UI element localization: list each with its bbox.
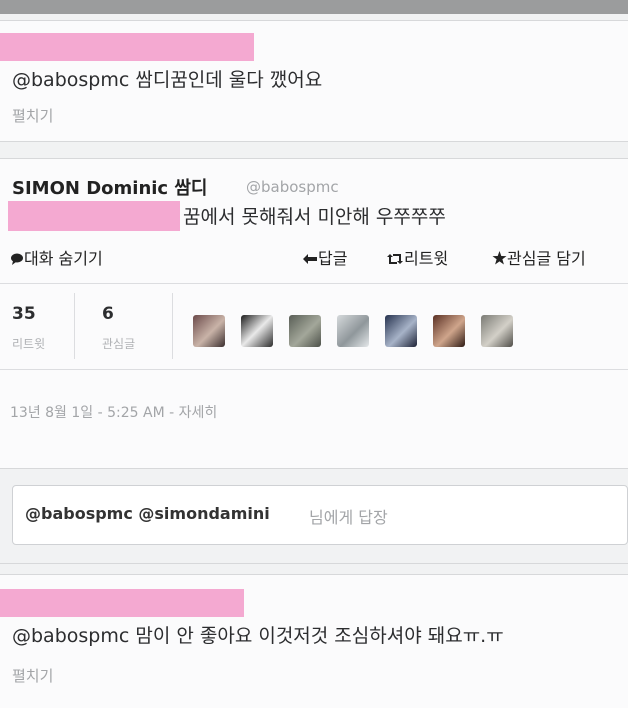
retweet-count[interactable]: 35 — [12, 304, 36, 324]
avatar[interactable] — [337, 315, 369, 347]
stats-divider-top — [0, 283, 628, 284]
avatar[interactable] — [289, 315, 321, 347]
retweet-count-label: 리트윗 — [12, 337, 46, 351]
expand-link[interactable]: 펼치기 — [12, 105, 53, 126]
tweet-text: 꿈에서 못해줘서 미안해 우쭈쭈쭈 — [183, 206, 446, 228]
avatar[interactable] — [481, 315, 513, 347]
stats-divider-bottom — [0, 369, 628, 370]
retweet-button[interactable]: 리트윗 — [386, 245, 448, 269]
avatar[interactable] — [193, 315, 225, 347]
tweet-text: @babospmc 맘이 안 좋아요 이것저것 조심하셔야 돼요ㅠ.ㅠ — [12, 625, 504, 647]
top-bar — [0, 0, 628, 14]
expand-link[interactable]: 펼치기 — [12, 665, 53, 686]
redacted-username — [0, 589, 244, 617]
tweet-card-main: SIMON Dominic 쌈디 @babospmc 꿈에서 못해줘서 미안해 … — [0, 158, 628, 468]
tweet-card-1[interactable]: @babospmc 쌈디꿈인데 울다 깼어요 펼치기 — [0, 20, 628, 142]
favorite-label: 관심글 담기 — [507, 249, 586, 268]
tweet-card-3[interactable]: @babospmc 맘이 안 좋아요 이것저것 조심하셔야 돼요ㅠ.ㅠ 펼치기 — [0, 574, 628, 708]
hide-conversation-button[interactable]: 대화 숨기기 — [10, 245, 103, 269]
avatar[interactable] — [433, 315, 465, 347]
retweet-label: 리트윗 — [404, 249, 449, 268]
redacted-username — [0, 33, 254, 61]
author-name[interactable]: SIMON Dominic 쌈디 — [12, 174, 207, 200]
avatar[interactable] — [385, 315, 417, 347]
avatar[interactable] — [241, 315, 273, 347]
timeline-page: @babospmc 쌈디꿈인데 울다 깼어요 펼치기 SIMON Dominic… — [0, 0, 628, 708]
speech-bubble-icon — [10, 250, 24, 269]
stats-divider-1 — [74, 293, 75, 359]
reply-placeholder: 님에게 답장 — [309, 508, 388, 527]
star-icon — [492, 250, 507, 269]
reply-mentions: @babospmc @simondamini — [25, 504, 270, 523]
favorite-count-label: 관심글 — [102, 337, 136, 351]
reply-button[interactable]: 답글 — [302, 245, 347, 269]
reply-label: 답글 — [318, 249, 348, 268]
author-handle[interactable]: @babospmc — [246, 178, 339, 196]
stats-divider-2 — [172, 293, 173, 359]
redacted-mention — [8, 201, 180, 231]
favorite-count[interactable]: 6 — [102, 304, 114, 324]
reply-arrow-icon — [302, 250, 318, 269]
tweet-timestamp[interactable]: 13년 8월 1일 - 5:25 AM - 자세히 — [10, 402, 217, 422]
hide-conversation-label: 대화 숨기기 — [24, 249, 103, 268]
reply-input[interactable]: @babospmc @simondamini 님에게 답장 — [12, 485, 628, 545]
tweet-text: @babospmc 쌈디꿈인데 울다 깼어요 — [12, 69, 323, 91]
favorite-button[interactable]: 관심글 담기 — [492, 245, 586, 269]
retweet-icon — [386, 250, 404, 269]
